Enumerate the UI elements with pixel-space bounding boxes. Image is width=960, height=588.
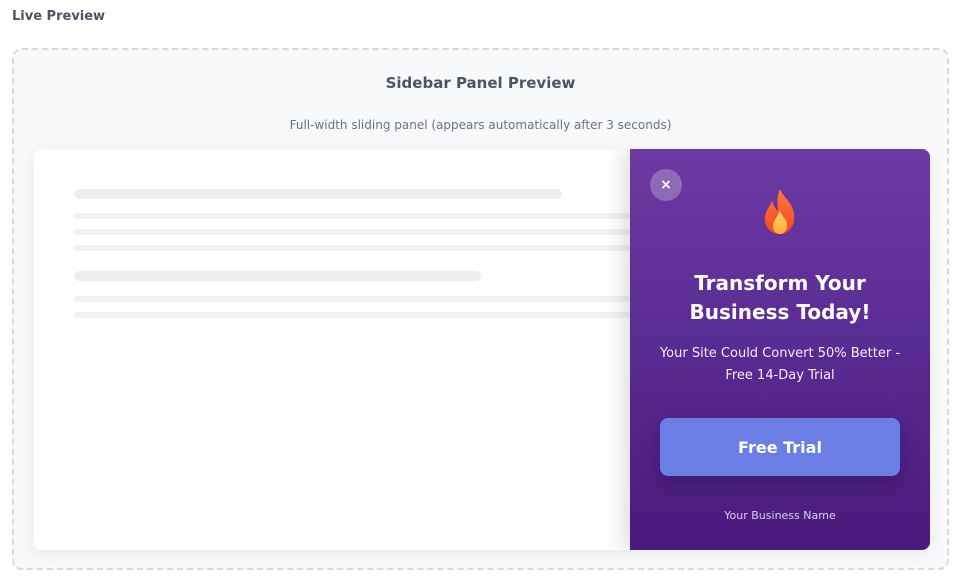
preview-subtitle: Full-width sliding panel (appears automa… xyxy=(289,118,672,132)
mock-page: × Transform Your Business Today! Your Si xyxy=(34,149,930,550)
skeleton-line xyxy=(74,213,634,219)
skeleton-line xyxy=(74,296,634,302)
close-icon[interactable]: × xyxy=(650,169,682,201)
skeleton-line xyxy=(74,312,634,318)
section-title: Live Preview xyxy=(12,9,106,24)
skeleton-line xyxy=(74,229,634,235)
sidebar-panel: × Transform Your Business Today! Your Si xyxy=(630,149,930,550)
skeleton-heading xyxy=(74,271,481,281)
brand-name: Your Business Name xyxy=(724,509,836,522)
fire-icon xyxy=(764,189,795,234)
skeleton-line xyxy=(74,245,634,251)
panel-subline: Your Site Could Convert 50% Better - Fre… xyxy=(659,346,901,383)
panel-headline: Transform Your Business Today! xyxy=(689,271,871,324)
preview-title: Sidebar Panel Preview xyxy=(385,74,576,92)
free-trial-button[interactable]: Free Trial xyxy=(660,418,900,476)
skeleton-heading xyxy=(74,189,562,199)
preview-frame: Sidebar Panel Preview Full-width sliding… xyxy=(12,48,949,570)
